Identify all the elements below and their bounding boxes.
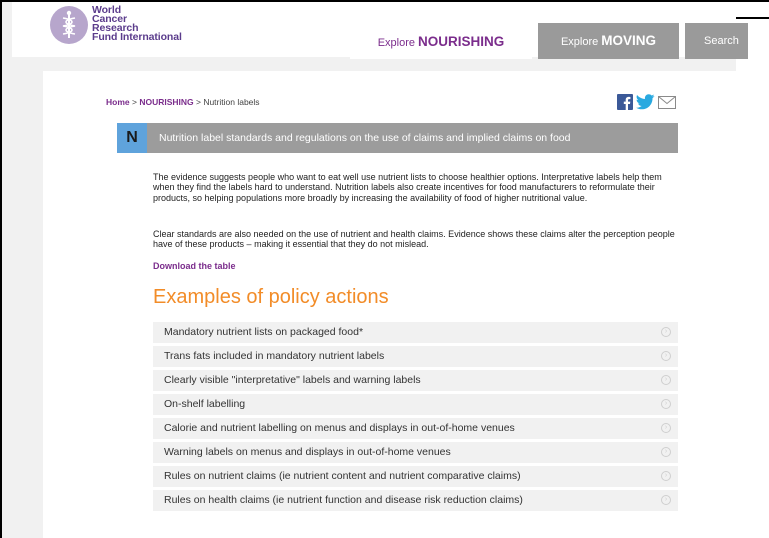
download-table-link[interactable]: Download the table	[153, 261, 236, 271]
policy-action-item[interactable]: Rules on health claims (ie nutrient func…	[153, 490, 678, 511]
policy-action-label: Trans fats included in mandatory nutrien…	[164, 350, 385, 362]
arrow-right-circle-icon: ›	[661, 495, 671, 505]
facebook-icon[interactable]	[617, 94, 633, 115]
arrow-right-circle-icon: ›	[661, 471, 671, 481]
tab-nourishing-strong: NOURISHING	[418, 34, 505, 49]
policy-action-label: Rules on nutrient claims (ie nutrient co…	[164, 470, 521, 482]
policy-action-label: Rules on health claims (ie nutrient func…	[164, 494, 523, 506]
share-buttons	[617, 94, 676, 115]
arrow-right-circle-icon: ›	[661, 423, 671, 433]
email-icon[interactable]	[658, 95, 676, 114]
breadcrumb-home-link[interactable]: Home	[106, 97, 130, 107]
twitter-icon[interactable]	[636, 94, 655, 115]
policy-action-label: On-shelf labelling	[164, 398, 246, 410]
policy-action-item[interactable]: Mandatory nutrient lists on packaged foo…	[153, 322, 678, 343]
arrow-right-circle-icon: ›	[661, 447, 671, 457]
arrow-right-circle-icon: ›	[661, 327, 671, 337]
examples-heading: Examples of policy actions	[153, 286, 389, 308]
wcrf-logo[interactable]: World Cancer Research Fund International	[50, 5, 182, 44]
policy-action-label: Calorie and nutrient labelling on menus …	[164, 422, 515, 434]
intro-paragraph-1: The evidence suggests people who want to…	[153, 172, 662, 203]
search-button[interactable]: Search	[685, 23, 748, 59]
page-title-bar: N Nutrition label standards and regulati…	[117, 123, 678, 153]
logo-text: World Cancer Research Fund International	[92, 5, 182, 43]
tab-moving-strong: MOVING	[601, 33, 657, 48]
policy-action-item[interactable]: Calorie and nutrient labelling on menus …	[153, 418, 678, 439]
frame-top-right-border	[736, 17, 769, 19]
arrow-right-circle-icon: ›	[661, 399, 671, 409]
policy-action-item[interactable]: On-shelf labelling ›	[153, 394, 678, 415]
policy-action-item[interactable]: Clearly visible "interpretative" labels …	[153, 370, 678, 391]
tab-explore-moving[interactable]: Explore MOVING	[538, 23, 679, 59]
policy-action-item[interactable]: Trans fats included in mandatory nutrien…	[153, 346, 678, 367]
policy-actions-list: Mandatory nutrient lists on packaged foo…	[153, 322, 678, 514]
arrow-right-circle-icon: ›	[661, 375, 671, 385]
page-title: Nutrition label standards and regulation…	[147, 123, 678, 153]
tab-moving-prefix: Explore	[560, 36, 599, 48]
policy-action-label: Clearly visible "interpretative" labels …	[164, 374, 421, 386]
logo-line-4: Fund International	[92, 31, 182, 43]
policy-action-item[interactable]: Rules on nutrient claims (ie nutrient co…	[153, 466, 678, 487]
policy-action-item[interactable]: Warning labels on menus and displays in …	[153, 442, 678, 463]
breadcrumb-nourishing-link[interactable]: NOURISHING	[139, 97, 193, 107]
tab-explore-nourishing[interactable]: Explore NOURISHING	[350, 25, 532, 59]
nourishing-letter-badge: N	[117, 123, 147, 153]
intro-paragraph-2: Clear standards are also needed on the u…	[153, 229, 675, 250]
site-header: World Cancer Research Fund International…	[12, 2, 748, 59]
policy-action-label: Warning labels on menus and displays in …	[164, 446, 451, 458]
breadcrumb: Home > NOURISHING > Nutrition labels	[106, 97, 260, 107]
arrow-right-circle-icon: ›	[661, 351, 671, 361]
breadcrumb-current: Nutrition labels	[203, 97, 260, 107]
breadcrumb-separator: >	[129, 97, 140, 107]
breadcrumb-separator: >	[193, 97, 204, 107]
policy-action-label: Mandatory nutrient lists on packaged foo…	[164, 326, 364, 338]
caduceus-logo-icon	[50, 6, 88, 44]
left-margin-strip	[2, 2, 12, 538]
tab-nourishing-prefix: Explore	[377, 37, 415, 49]
